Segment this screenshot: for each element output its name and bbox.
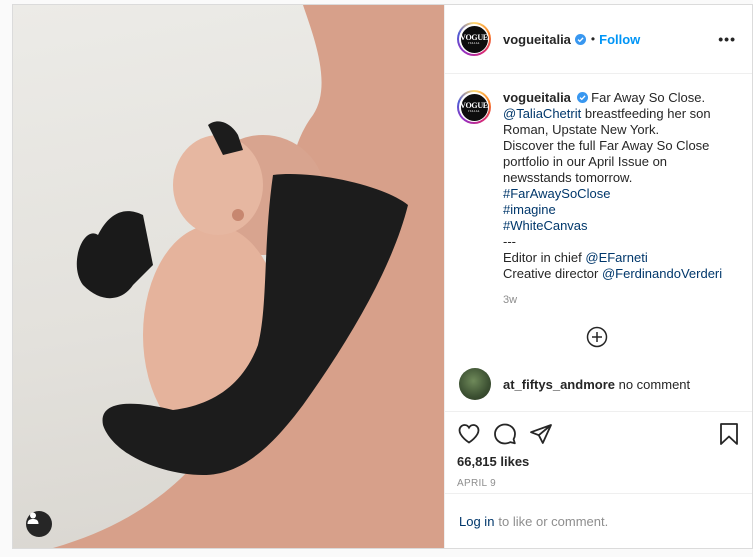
post-card: VOGUE ITALIA vogueitalia • Follow ••• VO — [12, 4, 753, 549]
comments-area: VOGUE ITALIA vogueitalia Far Away So Clo… — [445, 74, 752, 411]
load-more-comments-button[interactable] — [457, 326, 736, 348]
login-prompt-text: to like or comment. — [498, 513, 609, 529]
caption-line: portfolio in our April Issue on — [503, 154, 668, 169]
caption-line: newsstands tomorrow. — [503, 170, 633, 185]
verified-badge-icon — [576, 92, 588, 103]
caption-line: breastfeeding her son — [581, 106, 711, 121]
comment-icon[interactable] — [493, 422, 517, 446]
hashtag-link[interactable]: #FarAwaySoClose — [503, 186, 610, 201]
heart-icon[interactable] — [457, 422, 481, 446]
caption-line: Roman, Upstate New York. — [503, 122, 660, 137]
avatar-logo-subtext: ITALIA — [468, 40, 480, 45]
caption-line: --- — [503, 234, 516, 249]
caption-timestamp[interactable]: 3w — [503, 294, 736, 306]
more-options-icon[interactable]: ••• — [718, 31, 736, 47]
likes-count[interactable]: 66,815 likes — [457, 454, 740, 469]
post-side-panel: VOGUE ITALIA vogueitalia • Follow ••• VO — [444, 5, 752, 548]
separator-dot: • — [590, 32, 596, 46]
mention-link[interactable]: @TaliaChetrit — [503, 106, 581, 121]
caption-username[interactable]: vogueitalia — [503, 90, 571, 105]
login-prompt: Log in to like or comment. — [445, 493, 752, 548]
post-header: VOGUE ITALIA vogueitalia • Follow ••• — [445, 5, 752, 74]
follow-button[interactable]: Follow — [599, 32, 640, 47]
hashtag-link[interactable]: #imagine — [503, 202, 556, 217]
post-photo[interactable] — [13, 5, 444, 548]
user-tag-icon[interactable] — [26, 511, 52, 537]
comment-item: at_fiftys_andmore no comment — [457, 368, 736, 400]
plus-circle-icon — [586, 326, 607, 348]
commenter-username[interactable]: at_fiftys_andmore — [503, 377, 615, 392]
mention-link[interactable]: @FerdinandoVerderi — [602, 266, 722, 281]
share-icon[interactable] — [529, 422, 553, 446]
post-date[interactable]: APRIL 9 — [457, 478, 740, 489]
avatar-logo-subtext: ITALIA — [468, 108, 480, 113]
caption-line: Editor in chief — [503, 250, 586, 265]
caption-line: Far Away So Close. — [591, 90, 706, 105]
comment-text: no comment — [618, 376, 691, 392]
caption: VOGUE ITALIA vogueitalia Far Away So Clo… — [457, 90, 736, 282]
mention-link[interactable]: @EFarneti — [585, 250, 647, 265]
caption-text: vogueitalia Far Away So Close. @TaliaChe… — [503, 90, 733, 282]
verified-badge-icon — [574, 33, 586, 45]
hashtag-link[interactable]: #WhiteCanvas — [503, 218, 588, 233]
save-icon[interactable] — [718, 422, 740, 446]
action-bar: 66,815 likes APRIL 9 — [445, 411, 752, 493]
commenter-avatar[interactable] — [459, 368, 491, 400]
caption-line: Discover the full Far Away So Close — [503, 138, 710, 153]
caption-avatar[interactable]: VOGUE ITALIA — [457, 90, 491, 124]
account-avatar[interactable]: VOGUE ITALIA — [457, 22, 491, 56]
login-link[interactable]: Log in — [459, 514, 494, 529]
caption-line: Creative director — [503, 266, 602, 281]
account-username[interactable]: vogueitalia — [503, 32, 571, 47]
photo-illustration — [53, 5, 444, 548]
